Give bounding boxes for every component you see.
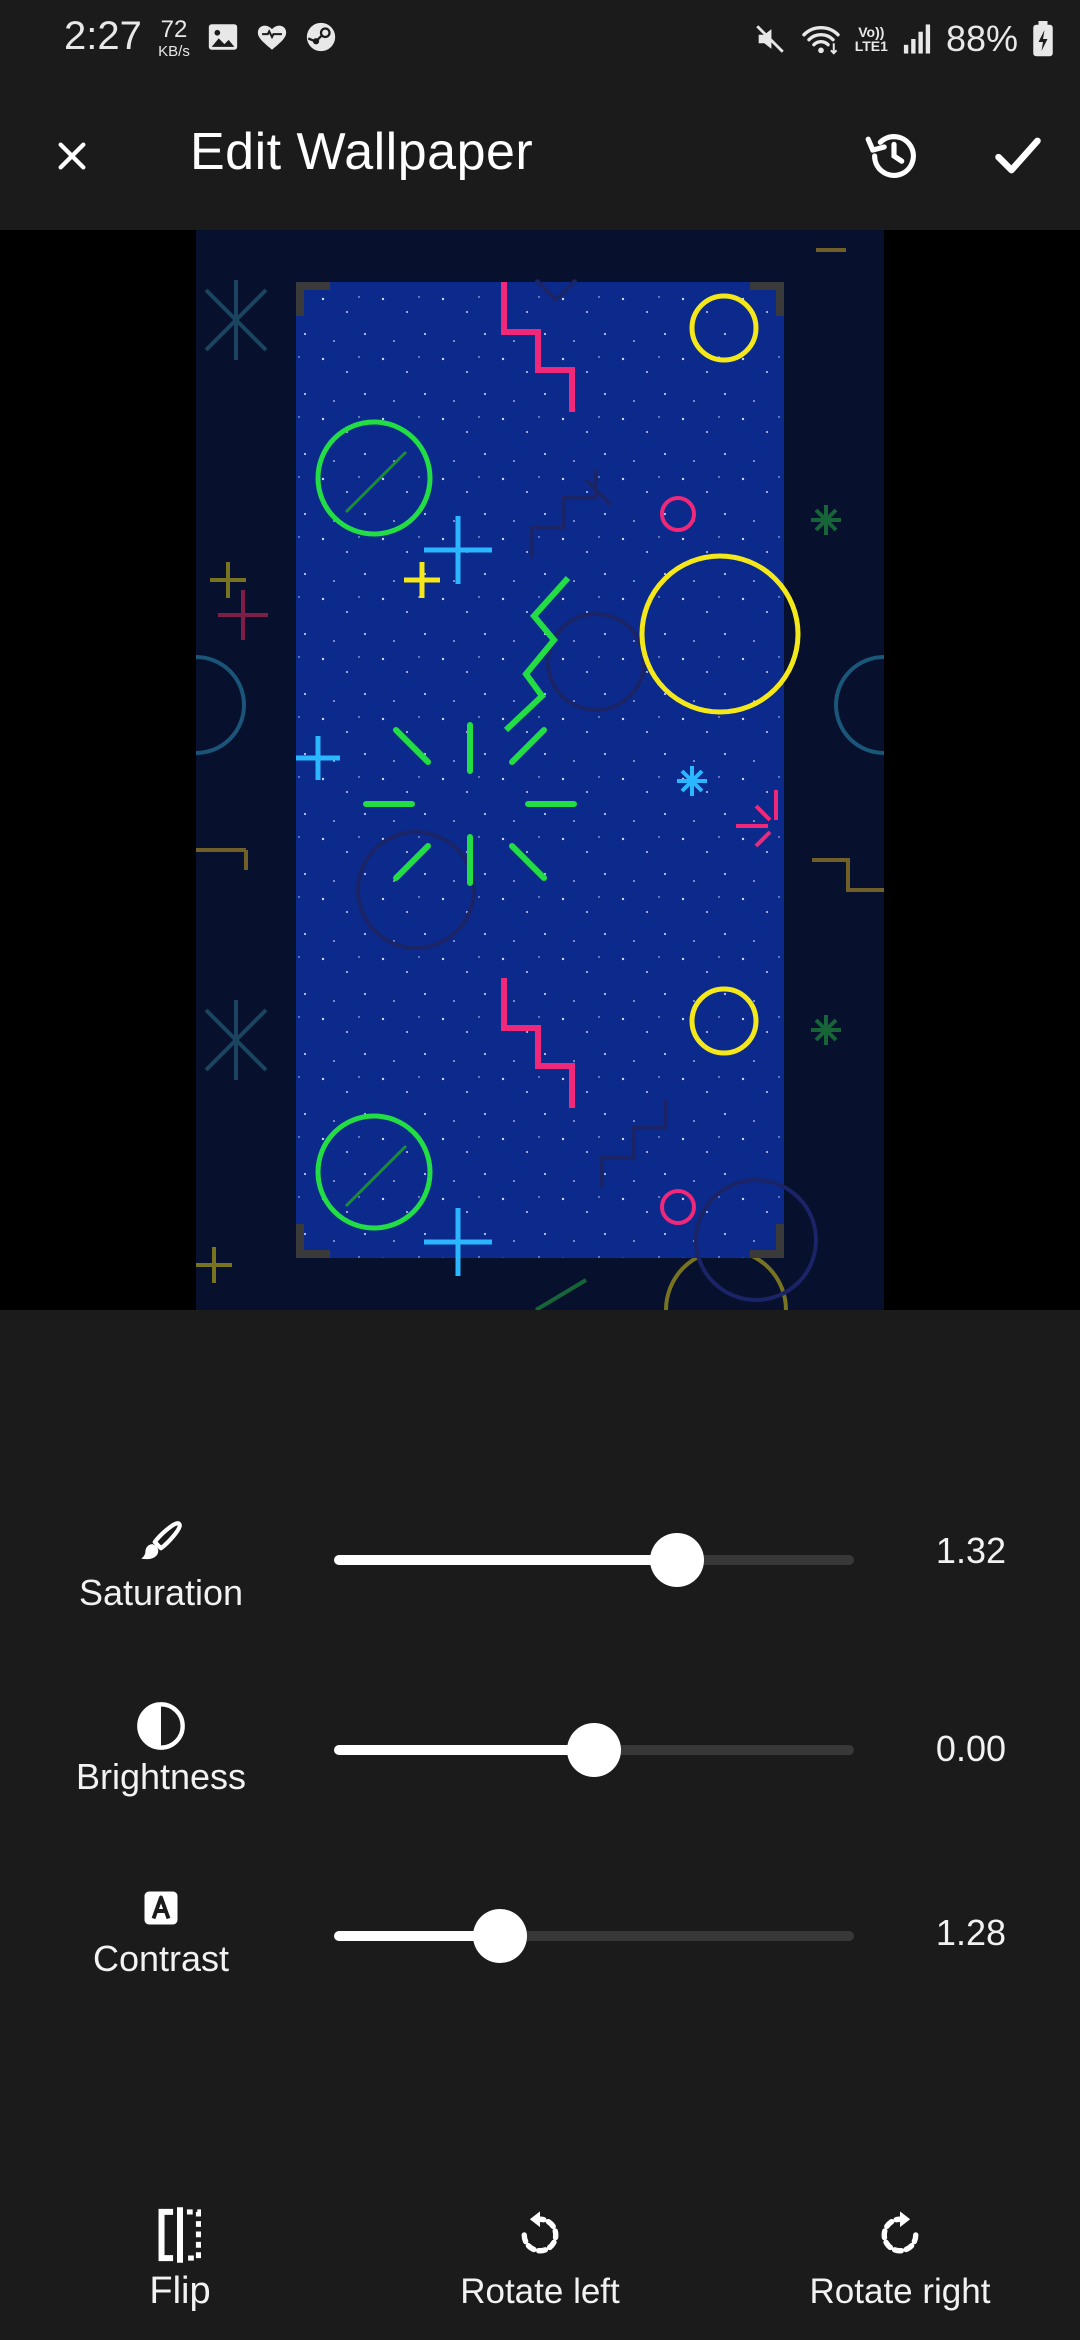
contrast-label: Contrast — [92, 1938, 230, 1979]
close-icon — [58, 142, 86, 170]
volte-icon: Vo)) LTE1 — [855, 25, 888, 53]
contrast-slider[interactable] — [334, 1906, 854, 1966]
page-title: Edit Wallpaper — [190, 123, 534, 181]
slider-thumb[interactable] — [650, 1533, 704, 1587]
brightness-label: Brightness — [75, 1756, 247, 1797]
slider-fill — [334, 1745, 594, 1755]
flip-label: Flip — [149, 2270, 211, 2312]
status-bar: 2:27 72 KB/s Vo)) LTE1 88% — [0, 0, 1080, 78]
slider-fill — [334, 1555, 677, 1565]
apply-button[interactable] — [980, 118, 1056, 194]
brightness-row: Brightness 0.00 — [0, 1700, 1080, 1840]
brightness-value: 0.00 — [935, 1728, 1006, 1769]
rotate-left-label: Rotate left — [460, 2272, 620, 2311]
crop-frame[interactable] — [296, 282, 784, 1258]
wallpaper-preview — [0, 230, 1080, 1310]
notification-icons — [206, 20, 338, 54]
signal-icon — [903, 24, 931, 54]
brush-icon — [141, 1521, 182, 1560]
steam-icon — [306, 22, 336, 52]
volte-label: Vo)) — [858, 24, 885, 40]
checkmark-icon — [995, 137, 1041, 174]
slider-thumb[interactable] — [473, 1909, 527, 1963]
contrast-a-icon — [144, 1891, 178, 1925]
battery-charging-icon — [1033, 21, 1053, 57]
flip-button[interactable]: Flip — [50, 2200, 310, 2313]
brightness-slider[interactable] — [334, 1720, 854, 1780]
slider-thumb[interactable] — [567, 1723, 621, 1777]
contrast-value: 1.28 — [935, 1912, 1006, 1953]
rotate-right-button[interactable]: Rotate right — [770, 2200, 1030, 2312]
system-icons: Vo)) LTE1 88% — [753, 18, 1054, 60]
rotate-left-button[interactable]: Rotate left — [410, 2200, 670, 2312]
saturation-label: Saturation — [78, 1572, 244, 1613]
history-button[interactable] — [856, 118, 932, 194]
contrast-row: Contrast 1.28 — [0, 1882, 1080, 2022]
close-button[interactable] — [40, 124, 104, 188]
net-speed-value: 72 — [160, 16, 188, 43]
saturation-row: Saturation 1.32 — [0, 1516, 1080, 1656]
saturation-value: 1.32 — [935, 1530, 1006, 1571]
status-time: 2:27 — [64, 14, 142, 58]
flip-icon — [158, 2207, 201, 2263]
saturation-slider[interactable] — [334, 1530, 854, 1590]
wifi-icon — [802, 26, 840, 55]
lte-label: LTE1 — [854, 38, 888, 54]
rotate-left-icon — [521, 2211, 559, 2254]
top-app-bar: Edit Wallpaper — [0, 78, 1080, 230]
net-speed-unit: KB/s — [158, 43, 190, 60]
heart-icon — [257, 25, 287, 50]
mute-icon — [755, 25, 784, 53]
net-speed: 72 KB/s — [152, 16, 196, 60]
half-circle-icon — [137, 1702, 185, 1750]
battery-percent: 88% — [945, 18, 1018, 59]
history-icon — [865, 134, 916, 178]
rotate-right-icon — [881, 2211, 919, 2254]
image-icon — [208, 24, 238, 50]
rotate-right-label: Rotate right — [809, 2272, 991, 2311]
